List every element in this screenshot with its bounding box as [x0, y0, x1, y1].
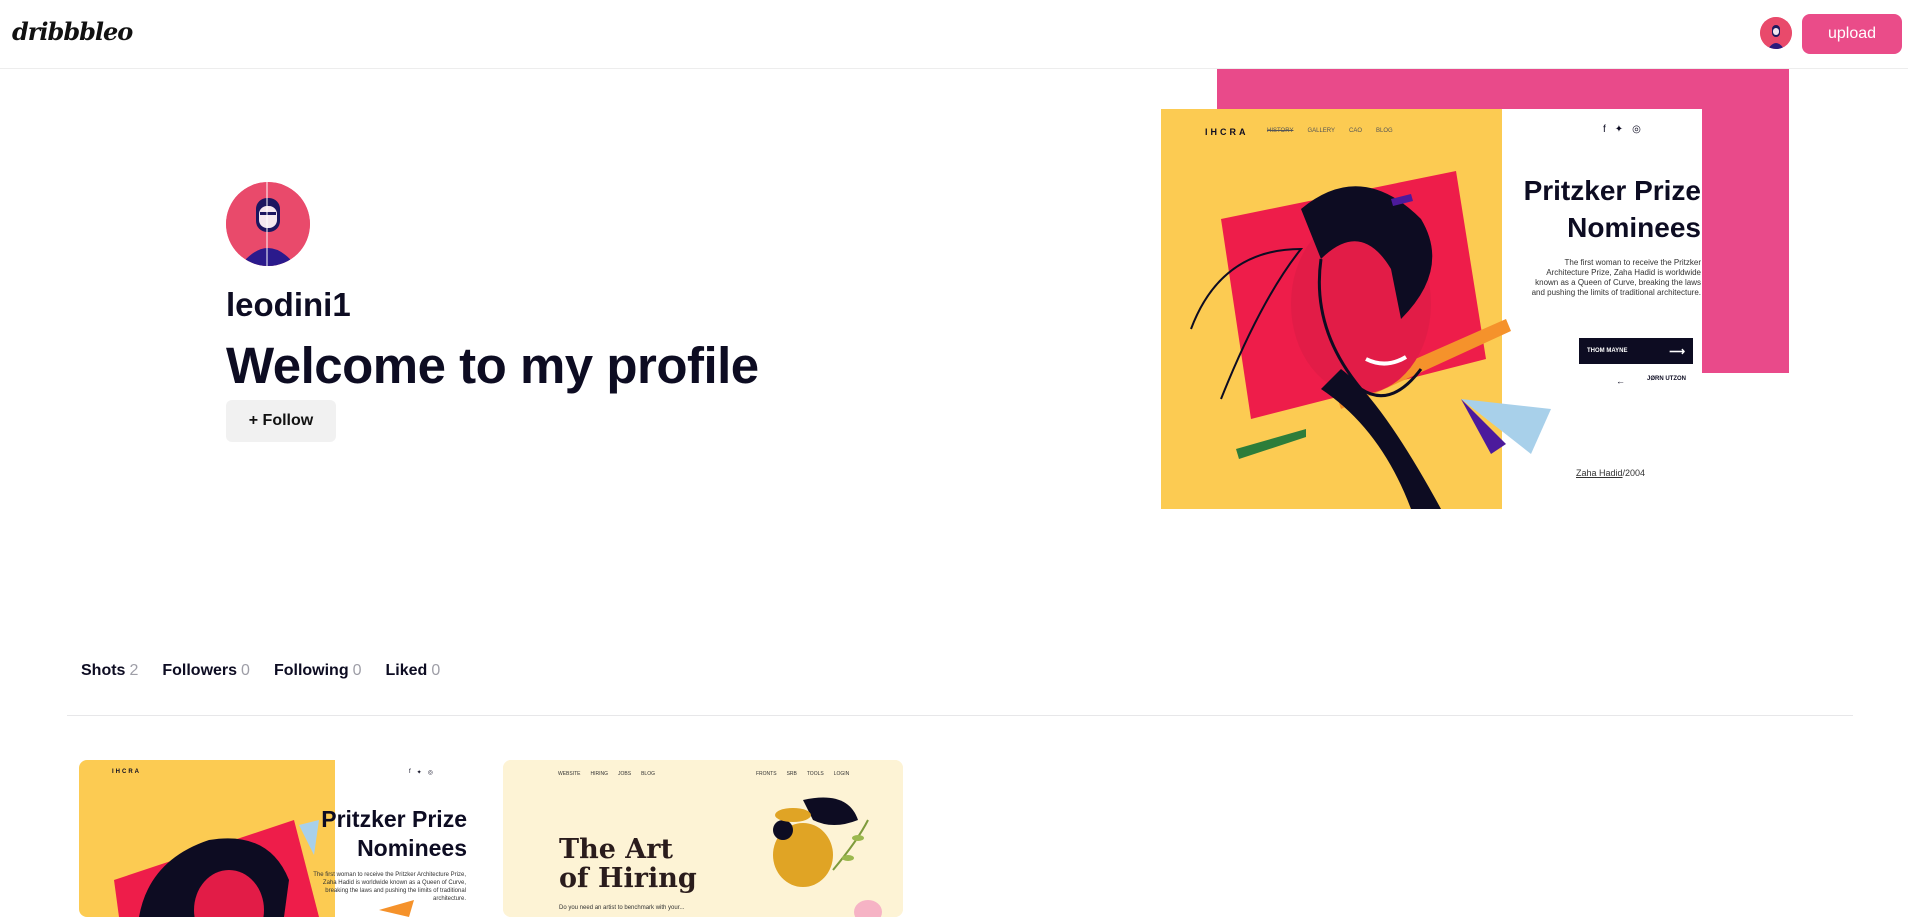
- shot-nav-item: FRONTS: [756, 771, 777, 777]
- shot-title: The Art of Hiring: [559, 835, 697, 893]
- logo[interactable]: dribbbleo: [12, 17, 133, 46]
- tab-liked[interactable]: Liked 0: [386, 662, 441, 680]
- shot-title-line-2: of Hiring: [559, 863, 697, 894]
- tab-shots-count: 2: [129, 662, 139, 679]
- tab-followers-label: Followers: [162, 662, 238, 679]
- shot-nav-item: HIRING: [590, 771, 609, 777]
- top-navigation-bar: dribbbleo upload: [0, 0, 1908, 69]
- shot-nav-right: FRONTS SRB TOOLS LOGIN: [756, 771, 849, 777]
- tab-followers[interactable]: Followers 0: [162, 662, 250, 680]
- hero-next-label: THOM MAYNE: [1587, 348, 1628, 354]
- shot-nav-item: BLOG: [641, 771, 655, 777]
- tab-liked-count: 0: [431, 662, 441, 679]
- tab-following[interactable]: Following 0: [274, 662, 362, 680]
- shot-social-icons: f ✦ ◎: [409, 769, 433, 776]
- hero-title-line-2: Nominees: [1567, 212, 1701, 243]
- tab-following-label: Following: [273, 662, 349, 679]
- twitter-icon: ✦: [1614, 124, 1624, 135]
- tab-shots-label: Shots: [81, 662, 126, 679]
- shot-nav-item: WEBSITE: [558, 771, 581, 777]
- shot-nav-item: JOBS: [618, 771, 632, 777]
- hero-nav-item: GALLERY: [1307, 128, 1336, 134]
- user-avatar[interactable]: [1760, 17, 1792, 49]
- hero-title-line-1: Pritzker Prize: [1523, 175, 1701, 206]
- profile-username: leodini1: [226, 286, 351, 323]
- tab-followers-count: 0: [241, 662, 250, 679]
- shot-card[interactable]: WEBSITE HIRING JOBS BLOG FRONTS SRB TOOL…: [503, 760, 903, 917]
- hero-nav-item: BLOG: [1376, 128, 1393, 134]
- profile-avatar: [226, 182, 310, 266]
- hero-description: The first woman to receive the Pritzker …: [1531, 258, 1701, 297]
- tab-shots[interactable]: Shots 2: [81, 662, 138, 680]
- shot-card[interactable]: IHCRA f ✦ ◎ Pritzker Prize Nominees The …: [79, 760, 479, 917]
- hero-caption-year: /2004: [1622, 468, 1646, 478]
- instagram-icon: ◎: [427, 770, 433, 776]
- user-avatar-image: [1760, 17, 1792, 49]
- shot-title-line-2: Nominees: [357, 835, 467, 861]
- tabs-divider: [67, 715, 1853, 716]
- shot-nav-left: WEBSITE HIRING JOBS BLOG: [558, 771, 655, 777]
- shot-description: The first woman to receive the Pritzker …: [313, 872, 466, 902]
- profile-headline: Welcome to my profile: [226, 337, 759, 394]
- shot-nav-item: LOGIN: [833, 771, 850, 777]
- shot-description: Do you need an artist to benchmark with …: [559, 905, 685, 911]
- hero-prev-link: ← JØRN UTZON: [1616, 376, 1686, 386]
- instagram-icon: ◎: [1632, 124, 1641, 135]
- hero-nav: HISTORY GALLERY CAO BLOG: [1267, 128, 1393, 134]
- featured-shot[interactable]: IHCRA HISTORY GALLERY CAO BLOG f ✦ ◎ Pri…: [1161, 69, 1789, 511]
- shot-title-line-1: The Art: [559, 834, 673, 865]
- arrow-right-icon: ⟶: [1669, 345, 1685, 358]
- twitter-icon: ✦: [416, 770, 422, 776]
- hero-caption-name: Zaha Hadid: [1576, 468, 1623, 478]
- upload-button[interactable]: upload: [1802, 14, 1902, 54]
- hero-title: Pritzker Prize Nominees: [1451, 172, 1701, 246]
- hero-next-button: THOM MAYNE ⟶: [1579, 338, 1693, 364]
- arrow-left-icon: ←: [1616, 376, 1625, 386]
- hero-caption: Zaha Hadid/2004: [1576, 468, 1645, 478]
- hero-nav-item: CAO: [1349, 128, 1363, 134]
- shot-nav-item: TOOLS: [806, 771, 824, 777]
- shot-nav-item: SRB: [786, 771, 797, 777]
- follow-button[interactable]: + Follow: [226, 400, 336, 442]
- hero-prev-label: JØRN UTZON: [1647, 376, 1686, 382]
- shot-title-line-1: Pritzker Prize: [321, 806, 467, 832]
- tab-liked-label: Liked: [385, 662, 428, 679]
- shot-title: Pritzker Prize Nominees: [259, 805, 467, 863]
- hero-social-icons: f ✦ ◎: [1603, 124, 1641, 135]
- profile-avatar-image: [226, 182, 310, 266]
- hero-nav-item: HISTORY: [1267, 128, 1294, 134]
- profile-tabs: Shots 2 Followers 0 Following 0 Liked 0: [81, 662, 464, 680]
- tab-following-count: 0: [352, 662, 362, 679]
- facebook-icon: f: [409, 769, 411, 775]
- facebook-icon: f: [1603, 124, 1606, 135]
- shot-brand: IHCRA: [112, 769, 141, 775]
- hero-brand: IHCRA: [1205, 127, 1249, 137]
